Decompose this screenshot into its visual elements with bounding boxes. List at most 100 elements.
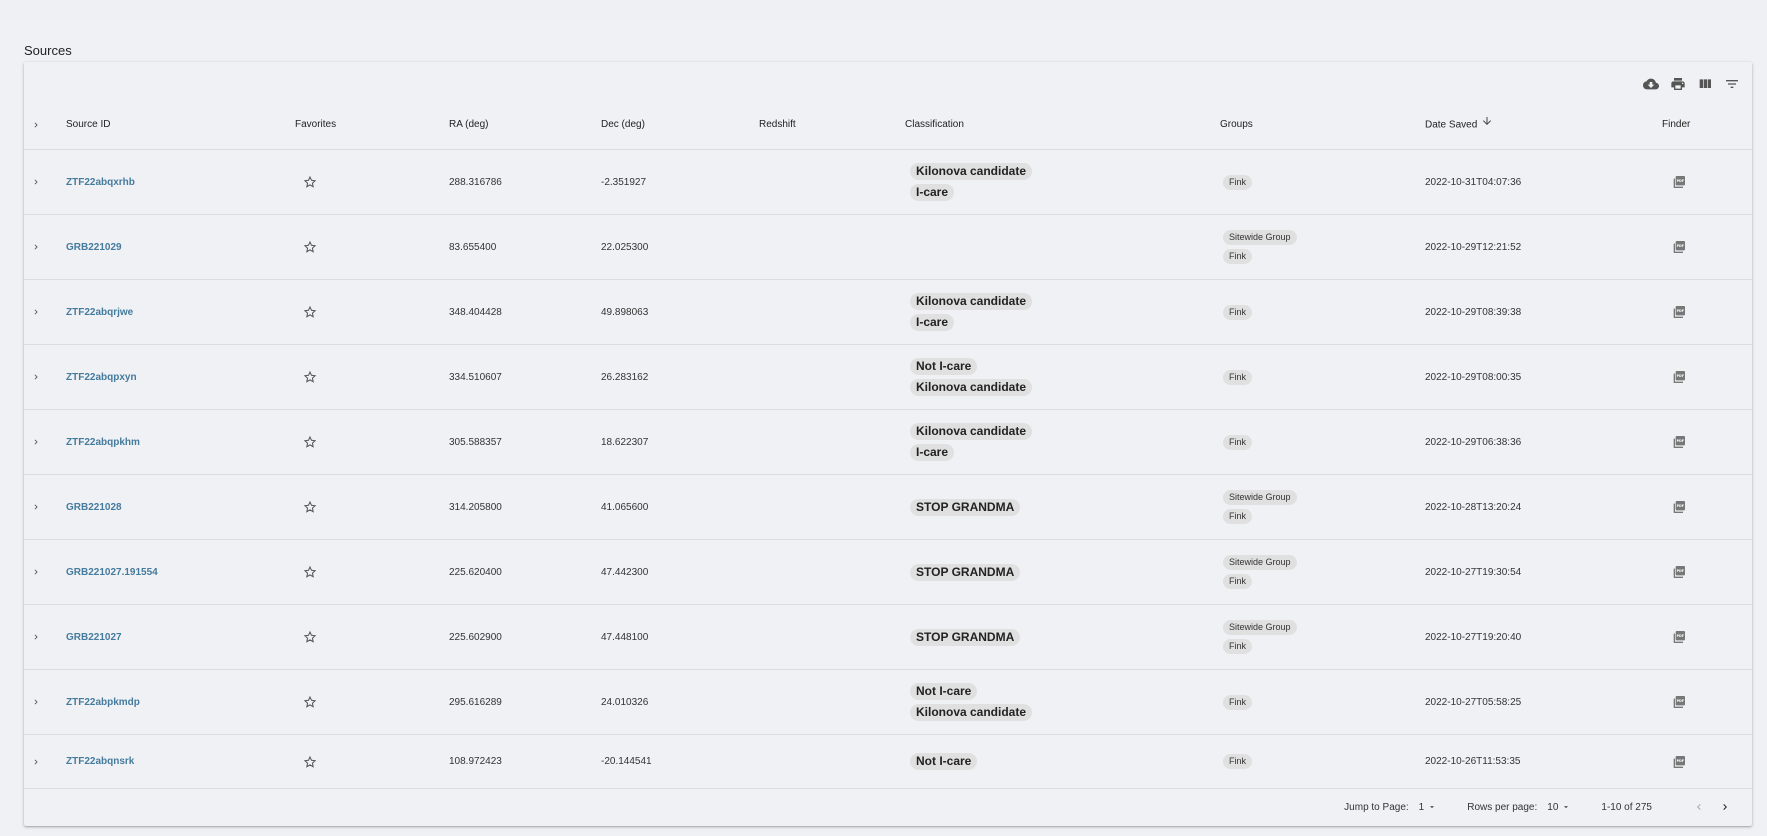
star-icon[interactable] bbox=[302, 564, 318, 580]
cloud-download-icon[interactable] bbox=[1642, 76, 1659, 93]
chevron-right-icon[interactable] bbox=[28, 369, 44, 385]
table-body: ZTF22abqxrhb 288.316786 -2.351927 Kilonova … bbox=[24, 150, 1752, 789]
chevron-right-icon[interactable] bbox=[28, 564, 44, 580]
header-finder[interactable]: Finder bbox=[1662, 100, 1690, 150]
date-saved-value: 2022-10-29T08:39:38 bbox=[1425, 306, 1522, 318]
header-favorites[interactable]: Favorites bbox=[295, 100, 336, 150]
pdf-icon[interactable]: PDF bbox=[1670, 433, 1688, 451]
chevron-right-icon[interactable] bbox=[28, 304, 44, 320]
table-row: ZTF22abqnsrk 108.972423 -20.144541 Not I-ca… bbox=[24, 735, 1752, 789]
chevron-right-icon[interactable] bbox=[28, 629, 44, 645]
print-icon[interactable] bbox=[1669, 76, 1686, 93]
star-icon[interactable] bbox=[302, 629, 318, 645]
source-id-link[interactable]: ZTF22abqrjwe bbox=[66, 307, 133, 318]
pdf-icon[interactable]: PDF bbox=[1670, 563, 1688, 581]
header-classification[interactable]: Classification bbox=[905, 100, 964, 150]
classification-chips: STOP GRANDMA bbox=[910, 498, 1021, 516]
group-chips: Fink bbox=[1223, 694, 1253, 710]
table-row: ZTF22abqpkhm 305.588357 18.622307 Kilonova … bbox=[24, 410, 1752, 475]
table-row: ZTF22abqpxyn 334.510607 26.283162 Not I-car… bbox=[24, 345, 1752, 410]
svg-text:PDF: PDF bbox=[1677, 374, 1684, 378]
star-icon[interactable] bbox=[302, 304, 318, 320]
table-row: ZTF22abqrjwe 348.404428 49.898063 Kilonova … bbox=[24, 280, 1752, 345]
pdf-icon[interactable]: PDF bbox=[1670, 753, 1688, 771]
group-chip: Sitewide Group bbox=[1223, 230, 1297, 245]
pdf-icon[interactable]: PDF bbox=[1670, 693, 1688, 711]
table-row: GRB221027.191554 225.620400 47.442300 STOP … bbox=[24, 540, 1752, 605]
jump-to-page-label: Jump to Page: bbox=[1344, 801, 1409, 813]
pdf-icon[interactable]: PDF bbox=[1670, 628, 1688, 646]
star-icon[interactable] bbox=[302, 754, 318, 770]
pdf-icon[interactable]: PDF bbox=[1670, 498, 1688, 516]
pdf-icon[interactable]: PDF bbox=[1670, 238, 1688, 256]
source-id-link[interactable]: GRB221029 bbox=[66, 242, 122, 253]
rows-per-page-label: Rows per page: bbox=[1467, 801, 1538, 813]
pdf-icon[interactable]: PDF bbox=[1670, 368, 1688, 386]
next-page-button[interactable] bbox=[1716, 798, 1734, 816]
chevron-right-icon[interactable] bbox=[28, 174, 44, 190]
source-id-link[interactable]: ZTF22abqnsrk bbox=[66, 756, 134, 767]
top-strip bbox=[0, 0, 1767, 20]
dropdown-arrow-icon bbox=[1564, 806, 1569, 809]
classification-chip: I-care bbox=[910, 314, 955, 331]
source-id-link[interactable]: ZTF22abqpkhm bbox=[66, 437, 140, 448]
group-chip: Fink bbox=[1223, 304, 1253, 320]
header-source-id[interactable]: Source ID bbox=[66, 100, 110, 150]
jump-to-page-select[interactable]: 1 bbox=[1419, 802, 1438, 813]
chevron-right-icon[interactable] bbox=[28, 499, 44, 515]
header-ra[interactable]: RA (deg) bbox=[449, 100, 488, 150]
source-id-link[interactable]: GRB221028 bbox=[66, 502, 122, 513]
dec-value: 18.622307 bbox=[601, 436, 649, 448]
previous-page-button[interactable] bbox=[1690, 798, 1708, 816]
sources-table-card: Source ID Favorites RA (deg) Dec (deg) R… bbox=[24, 62, 1752, 826]
svg-text:PDF: PDF bbox=[1677, 699, 1684, 703]
header-dec[interactable]: Dec (deg) bbox=[601, 100, 645, 150]
svg-text:PDF: PDF bbox=[1677, 309, 1684, 313]
dec-value: -20.144541 bbox=[601, 756, 652, 767]
dropdown-arrow-icon bbox=[1430, 806, 1435, 809]
chevron-right-icon[interactable] bbox=[28, 754, 44, 770]
header-redshift[interactable]: Redshift bbox=[759, 100, 796, 150]
view-columns-icon[interactable] bbox=[1696, 76, 1713, 93]
group-chip: Sitewide Group bbox=[1223, 555, 1297, 570]
star-icon[interactable] bbox=[302, 239, 318, 255]
star-icon[interactable] bbox=[302, 694, 318, 710]
ra-value: 83.655400 bbox=[449, 241, 497, 253]
classification-chip: Not I-care bbox=[910, 753, 978, 770]
chevron-right-icon[interactable] bbox=[28, 694, 44, 710]
group-chip: Fink bbox=[1223, 509, 1253, 524]
date-saved-value: 2022-10-29T08:00:35 bbox=[1425, 371, 1522, 383]
header-groups[interactable]: Groups bbox=[1220, 100, 1253, 150]
rows-per-page-select[interactable]: 10 bbox=[1547, 802, 1571, 813]
source-id-link[interactable]: ZTF22abqxrhb bbox=[66, 177, 135, 188]
filter-icon[interactable] bbox=[1723, 76, 1740, 93]
star-icon[interactable] bbox=[302, 434, 318, 450]
header-date-saved[interactable]: Date Saved bbox=[1425, 100, 1493, 150]
pdf-icon[interactable]: PDF bbox=[1670, 173, 1688, 191]
source-id-link[interactable]: GRB221027 bbox=[66, 632, 122, 643]
dec-value: 22.025300 bbox=[601, 241, 649, 253]
classification-chips: Kilonova candidate I-care bbox=[910, 293, 1033, 331]
source-id-link[interactable]: ZTF22abqpxyn bbox=[66, 372, 137, 383]
source-id-link[interactable]: ZTF22abpkmdp bbox=[66, 697, 140, 708]
star-icon[interactable] bbox=[302, 369, 318, 385]
svg-text:PDF: PDF bbox=[1677, 244, 1684, 248]
star-icon[interactable] bbox=[302, 499, 318, 515]
source-id-link[interactable]: GRB221027.191554 bbox=[66, 567, 158, 578]
chevron-left-icon bbox=[1697, 804, 1701, 810]
group-chips: Sitewide Group Fink bbox=[1223, 490, 1297, 524]
expand-all-icon[interactable] bbox=[28, 117, 44, 133]
chevron-right-icon[interactable] bbox=[28, 239, 44, 255]
group-chips: Sitewide Group Fink bbox=[1223, 620, 1297, 654]
chevron-right-icon[interactable] bbox=[28, 434, 44, 450]
classification-chips: Not I-care Kilonova candidate bbox=[910, 683, 1033, 721]
star-icon[interactable] bbox=[302, 174, 318, 190]
pdf-icon[interactable]: PDF bbox=[1670, 303, 1688, 321]
table-row: GRB221028 314.205800 41.065600 STOP GRANDMA… bbox=[24, 475, 1752, 540]
date-saved-value: 2022-10-28T13:20:24 bbox=[1425, 501, 1522, 513]
classification-chip: Kilonova candidate bbox=[910, 163, 1033, 180]
classification-chips: Kilonova candidate I-care bbox=[910, 163, 1033, 201]
classification-chip: Kilonova candidate bbox=[910, 423, 1033, 440]
classification-chip: Kilonova candidate bbox=[910, 704, 1033, 721]
date-saved-value: 2022-10-27T19:30:54 bbox=[1425, 566, 1522, 578]
